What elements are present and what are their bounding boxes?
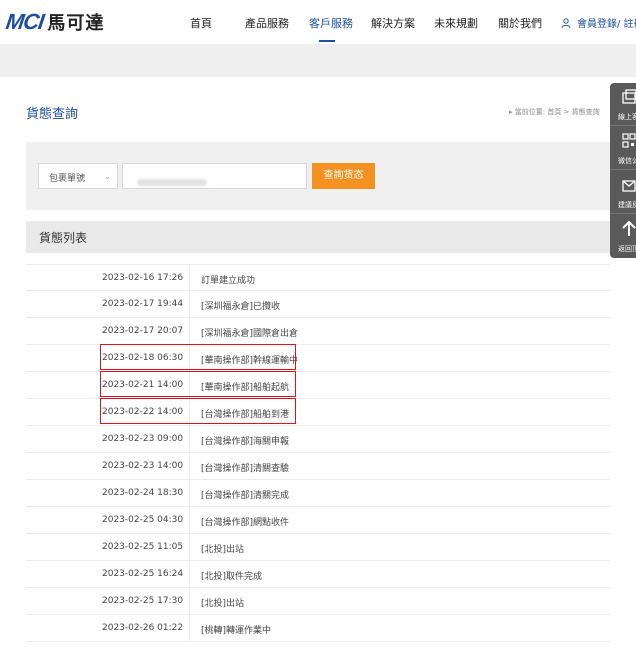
row-status: 訂單建立成功 [201,276,256,286]
row-divider [189,318,190,344]
tracking-number-input[interactable] [122,163,307,189]
row-divider [189,345,190,371]
nav-home[interactable]: 首頁 [190,15,212,31]
row-divider [189,426,190,452]
login-label: 會員登錄/ 註冊 [577,19,636,30]
row-status: [桃轉]轉運作業中 [201,626,272,636]
row-divider [189,534,190,560]
row-time: 2023-02-16 17:26 [102,273,184,283]
row-time: 2023-02-25 11:05 [102,542,184,552]
site-header: MCI 馬可達 首頁 產品服務 客戶服務 解決方案 未來規劃 關於我們 會員登錄… [0,0,636,44]
blurred-tracking-number [137,179,207,186]
row-time: 2023-02-23 09:00 [102,434,184,444]
search-button[interactable]: 查詢货态 [312,163,375,189]
row-divider [189,561,190,587]
nav-future[interactable]: 未來規劃 [434,15,478,31]
banner-band [0,44,636,77]
user-icon [561,17,571,28]
row-status: [台灣操作部]網點收件 [201,518,290,528]
logo[interactable]: MCI 馬可達 [4,9,105,35]
table-row: 2023-02-22 14:00 [台灣操作部]船舶到港 [26,399,610,426]
row-divider [189,399,190,425]
row-status: [華南操作部]幹線運輸中 [201,356,299,366]
row-divider [189,372,190,398]
row-divider [189,507,190,533]
row-status: [北投]出站 [201,545,245,555]
row-status: [深圳福永倉]國際倉出倉 [201,329,299,339]
nav-customer-service[interactable]: 客戶服務 [309,15,353,31]
row-divider [189,480,190,506]
row-time: 2023-02-23 14:00 [102,461,184,471]
row-time: 2023-02-17 20:07 [102,326,184,336]
sidebar-feedback[interactable]: 建議反馈 [610,171,636,214]
row-status: [北投]取件完成 [201,572,263,582]
select-value: 包裹單號 [49,174,86,184]
table-row: 2023-02-17 20:07 [深圳福永倉]國際倉出倉 [26,318,610,345]
chevron-down-icon: ⌄ [104,172,111,181]
table-row: 2023-02-25 11:05 [北投]出站 [26,534,610,561]
active-nav-indicator [319,40,335,42]
row-time: 2023-02-21 14:00 [102,380,184,390]
tracking-type-select[interactable]: 包裹單號 ⌄ [38,163,118,189]
nav-solutions[interactable]: 解決方案 [371,15,415,31]
row-time: 2023-02-18 06:30 [102,353,184,363]
row-status: [台灣操作部]清關查驗 [201,464,290,474]
row-status: [台灣操作部]海關申報 [201,437,290,447]
sidebar-online-service[interactable]: 線上客服 [610,83,636,126]
floating-sidebar: 線上客服 微信公众号 建議反馈 返回顶部 [610,83,636,258]
table-row: 2023-02-17 19:44 [深圳福永倉]已攬收 [26,291,610,318]
row-time: 2023-02-25 16:24 [102,569,184,579]
qrcode-icon [622,133,636,148]
table-row: 2023-02-23 14:00 [台灣操作部]清關查驗 [26,453,610,480]
row-status: [深圳福永倉]已攬收 [201,302,281,312]
sidebar-label: 線上客服 [618,113,636,121]
row-status: [華南操作部]船舶起航 [201,383,290,393]
table-row: 2023-02-18 06:30 [華南操作部]幹線運輸中 [26,345,610,372]
row-time: 2023-02-17 19:44 [102,299,184,309]
row-time: 2023-02-24 18:30 [102,488,184,498]
row-divider [189,265,190,291]
list-header-title: 貨態列表 [39,231,88,245]
logo-text: 馬可達 [47,13,105,34]
list-header: 貨態列表 [26,221,610,253]
chat-icon [622,89,636,104]
sidebar-wechat[interactable]: 微信公众号 [610,127,636,170]
logo-mark: MCI [4,9,46,34]
row-time: 2023-02-25 17:30 [102,596,184,606]
page-title: 貨態查詢 [26,107,79,122]
sidebar-back-to-top[interactable]: 返回顶部 [610,215,636,258]
table-row: 2023-02-21 14:00 [華南操作部]船舶起航 [26,372,610,399]
table-row: 2023-02-24 18:30 [台灣操作部]清關完成 [26,480,610,507]
arrow-up-icon [622,221,636,236]
sidebar-label: 微信公众号 [618,157,636,165]
table-row: 2023-02-25 17:30 [北投]出站 [26,588,610,615]
breadcrumb[interactable]: ▸ 當前位置: 首頁 > 貨態查詢 [509,107,600,117]
status-list: 2023-02-16 17:26 訂單建立成功 2023-02-17 19:44 [深… [26,264,610,642]
login-link[interactable]: 會員登錄/ 註冊 [561,15,636,30]
nav-about[interactable]: 關於我們 [498,15,542,31]
row-time: 2023-02-22 14:00 [102,407,184,417]
row-status: [北投]出站 [201,599,245,609]
sidebar-label: 返回顶部 [618,245,636,253]
row-divider [189,291,190,317]
row-time: 2023-02-26 01:22 [102,623,184,633]
nav-products[interactable]: 產品服務 [245,15,289,31]
table-row: 2023-02-25 16:24 [北投]取件完成 [26,561,610,588]
row-status: [台灣操作部]船舶到港 [201,410,290,420]
row-divider [189,453,190,479]
row-status: [台灣操作部]清關完成 [201,491,290,501]
row-time: 2023-02-25 04:30 [102,515,184,525]
mail-icon [622,180,636,192]
table-row: 2023-02-25 04:30 [台灣操作部]網點收件 [26,507,610,534]
table-row: 2023-02-26 01:22 [桃轉]轉運作業中 [26,615,610,642]
sidebar-label: 建議反馈 [618,201,636,209]
row-divider [189,615,190,641]
table-row: 2023-02-16 17:26 訂單建立成功 [26,264,610,291]
table-row: 2023-02-23 09:00 [台灣操作部]海關申報 [26,426,610,453]
row-divider [189,588,190,614]
